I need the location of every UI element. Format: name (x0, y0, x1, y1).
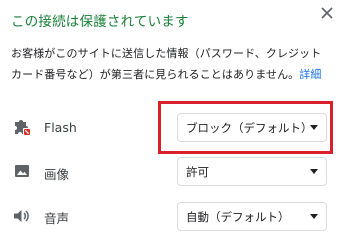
select-value: 許可 (186, 164, 209, 179)
chevron-down-icon (310, 125, 318, 130)
connection-description: お客様がこのサイトに送信した情報（パスワード、クレジット カード番号など）が第三… (11, 43, 333, 85)
close-icon (321, 7, 333, 19)
chevron-down-icon (310, 169, 318, 174)
permission-row-flash: Flash ブロック（デフォルト） (0, 108, 340, 148)
sound-permission-select[interactable]: 自動（デフォルト） (177, 202, 327, 231)
permission-label: Flash (44, 120, 77, 135)
select-value: ブロック（デフォルト） (186, 120, 313, 135)
details-link[interactable]: 詳細 (299, 68, 321, 81)
connection-secure-title: この接続は保護されています (11, 14, 189, 30)
permission-label: 画像 (44, 167, 70, 182)
permission-row-sound: 音声 自動（デフォルト） (0, 198, 340, 238)
description-text: お客様がこのサイトに送信した情報（パスワード、クレジット カード番号など）が第三… (11, 47, 322, 81)
flash-permission-select[interactable]: ブロック（デフォルト） (177, 113, 327, 142)
speaker-icon (12, 206, 32, 226)
chevron-down-icon (310, 214, 318, 219)
puzzle-blocked-icon (12, 117, 32, 137)
permission-row-images: 画像 許可 (0, 155, 340, 195)
permission-label: 音声 (44, 211, 70, 226)
close-button[interactable] (318, 4, 336, 22)
images-permission-select[interactable]: 許可 (177, 157, 327, 186)
image-icon (12, 161, 32, 181)
select-value: 自動（デフォルト） (186, 209, 290, 224)
